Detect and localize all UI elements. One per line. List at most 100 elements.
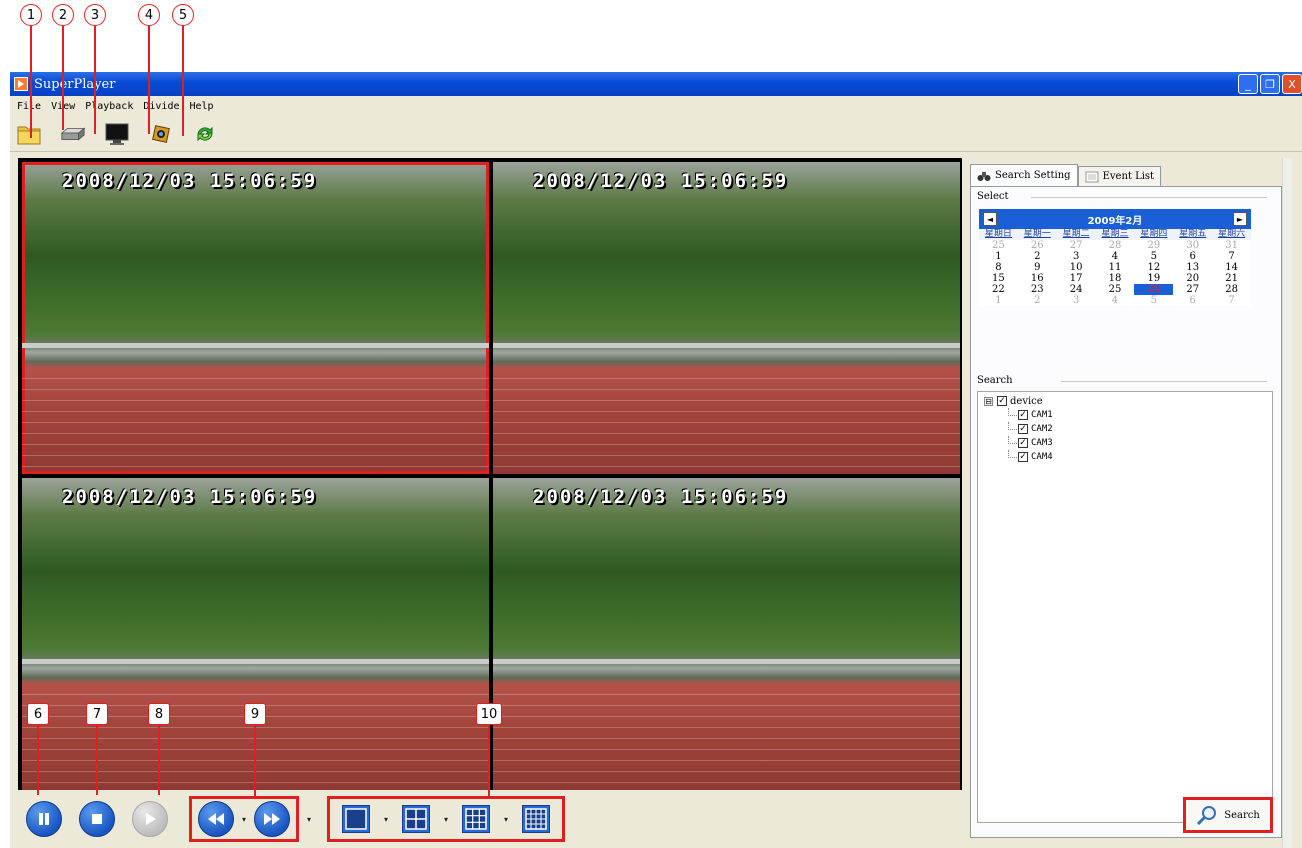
close-button[interactable]: X — [1282, 74, 1302, 94]
calendar-day[interactable]: 17 — [1057, 273, 1096, 284]
camera-view-2[interactable]: 2008/12/03 15:06:59 — [493, 162, 960, 474]
split-9-button[interactable] — [462, 805, 490, 833]
calendar-day[interactable]: 13 — [1173, 262, 1212, 273]
device-checkbox[interactable]: ✓ — [997, 396, 1007, 406]
restore-button[interactable]: ❐ — [1260, 74, 1280, 94]
split-1-button[interactable] — [342, 805, 370, 833]
calendar-day[interactable]: 11 — [1096, 262, 1135, 273]
calendar-day[interactable]: 8 — [979, 262, 1018, 273]
tree-node-device[interactable]: ⊟ ✓ device — [984, 394, 1272, 408]
tree-node-camera[interactable]: ✓ CAM3 — [1008, 436, 1272, 450]
split-16-button[interactable] — [522, 805, 550, 833]
search-button[interactable]: Search — [1183, 797, 1273, 833]
calendar-day[interactable]: 6 — [1173, 295, 1212, 306]
tab-label: Event List — [1102, 171, 1155, 182]
camera-timestamp: 2008/12/03 15:06:59 — [533, 170, 789, 192]
calendar-day[interactable]: 9 — [1018, 262, 1057, 273]
play-button[interactable] — [132, 801, 168, 837]
camera-checkbox[interactable]: ✓ — [1018, 424, 1028, 434]
calendar-day[interactable]: 29 — [1134, 240, 1173, 251]
tree-connector — [1008, 422, 1017, 430]
camera-settings-button[interactable] — [148, 121, 174, 147]
menu-help[interactable]: Help — [184, 101, 218, 112]
split-1-dropdown-arrow[interactable]: ▾ — [380, 815, 392, 824]
calendar-day[interactable]: 4 — [1096, 295, 1135, 306]
calendar-day[interactable]: 27 — [1173, 284, 1212, 295]
calendar-weekday: 星期一 — [1017, 229, 1057, 240]
stop-button[interactable] — [79, 801, 115, 837]
calendar-day[interactable]: 14 — [1212, 262, 1251, 273]
split-layout-group: ▾ ▾ ▾ — [327, 796, 565, 842]
calendar-day[interactable]: 2 — [1018, 251, 1057, 262]
select-label: Select — [977, 191, 1009, 202]
calendar-day[interactable]: 28 — [1096, 240, 1135, 251]
calendar-day[interactable]: 25 — [1096, 284, 1135, 295]
split-4-dropdown-arrow[interactable]: ▾ — [440, 815, 452, 824]
tree-node-camera[interactable]: ✓ CAM4 — [1008, 450, 1272, 464]
calendar-day[interactable]: 3 — [1057, 295, 1096, 306]
camera-checkbox[interactable]: ✓ — [1018, 410, 1028, 420]
calendar-day[interactable]: 23 — [1018, 284, 1057, 295]
calendar-day[interactable]: 30 — [1173, 240, 1212, 251]
pause-button[interactable] — [26, 801, 62, 837]
refresh-button[interactable] — [192, 121, 218, 147]
camera-checkbox[interactable]: ✓ — [1018, 438, 1028, 448]
calendar-day[interactable]: 18 — [1096, 273, 1135, 284]
calendar-day[interactable]: 7 — [1212, 251, 1251, 262]
calendar-day[interactable]: 22 — [979, 284, 1018, 295]
fast-forward-button[interactable] — [254, 801, 290, 837]
split-4-button[interactable] — [402, 805, 430, 833]
calendar-day[interactable]: 7 — [1212, 295, 1251, 306]
calendar-day[interactable]: 28 — [1212, 284, 1251, 295]
tree-node-camera[interactable]: ✓ CAM2 — [1008, 422, 1272, 436]
rewind-button[interactable] — [198, 801, 234, 837]
calendar-day[interactable]: 20 — [1173, 273, 1212, 284]
callout-line-5 — [182, 26, 184, 136]
calendar-day[interactable]: 16 — [1018, 273, 1057, 284]
camera-checkbox[interactable]: ✓ — [1018, 452, 1028, 462]
open-folder-button[interactable] — [16, 121, 42, 147]
minimize-button[interactable]: _ — [1238, 74, 1258, 94]
tab-event-list[interactable]: Event List — [1077, 166, 1162, 186]
monitor-button[interactable] — [104, 121, 130, 147]
calendar-day[interactable]: 15 — [979, 273, 1018, 284]
calendar-day[interactable]: 19 — [1134, 273, 1173, 284]
collapse-icon[interactable]: ⊟ — [984, 396, 993, 406]
rewind-dropdown-arrow[interactable]: ▾ — [238, 815, 250, 824]
calendar-weekday: 星期三 — [1095, 229, 1135, 240]
calendar-day[interactable]: 1 — [979, 295, 1018, 306]
calendar-day[interactable]: 1 — [979, 251, 1018, 262]
split-1-icon — [345, 808, 367, 830]
playback-controls: ▾ ▾ ▾ ▾ ▾ — [18, 790, 968, 848]
next-month-button[interactable]: ► — [1232, 212, 1247, 226]
panel-scrollbar[interactable] — [1282, 158, 1292, 848]
menu-divide[interactable]: Divide — [138, 101, 184, 112]
tree-node-camera[interactable]: ✓ CAM1 — [1008, 408, 1272, 422]
calendar-day[interactable]: 25 — [979, 240, 1018, 251]
camera-view-1[interactable]: 2008/12/03 15:06:59 — [22, 162, 489, 474]
menu-playback[interactable]: Playback — [80, 101, 138, 112]
tab-search-setting[interactable]: Search Setting — [970, 164, 1078, 186]
calendar-day[interactable]: 12 — [1134, 262, 1173, 273]
calendar-day[interactable]: 31 — [1212, 240, 1251, 251]
calendar-day[interactable]: 21 — [1212, 273, 1251, 284]
previous-month-button[interactable]: ◄ — [983, 212, 997, 226]
calendar-day[interactable]: 4 — [1096, 251, 1135, 262]
calendar-day[interactable]: 5 — [1134, 251, 1173, 262]
calendar-day[interactable]: 6 — [1173, 251, 1212, 262]
calendar-day[interactable]: 2 — [1018, 295, 1057, 306]
folder-icon — [17, 126, 41, 144]
split-9-dropdown-arrow[interactable]: ▾ — [500, 815, 512, 824]
title-bar[interactable]: SuperPlayer _ ❐ X — [10, 72, 1302, 96]
calendar-day[interactable]: 3 — [1057, 251, 1096, 262]
speed-dropdown-arrow[interactable]: ▾ — [303, 815, 315, 824]
camera-view-4[interactable]: 2008/12/03 15:06:59 — [493, 478, 960, 790]
calendar-day[interactable]: 27 — [1057, 240, 1096, 251]
calendar-day[interactable]: 5 — [1134, 295, 1173, 306]
calendar-day[interactable]: 10 — [1057, 262, 1096, 273]
calendar-day[interactable]: 24 — [1057, 284, 1096, 295]
calendar-day[interactable]: 26 — [1018, 240, 1057, 251]
fast-forward-icon — [264, 813, 280, 825]
calendar-day-selected[interactable]: 26 — [1134, 284, 1174, 295]
search-setting-body: Select ◄ 2009年2月 ► 星期日 星期一 星期二 星期三 星期四 星期五 星期六… — [970, 186, 1282, 838]
